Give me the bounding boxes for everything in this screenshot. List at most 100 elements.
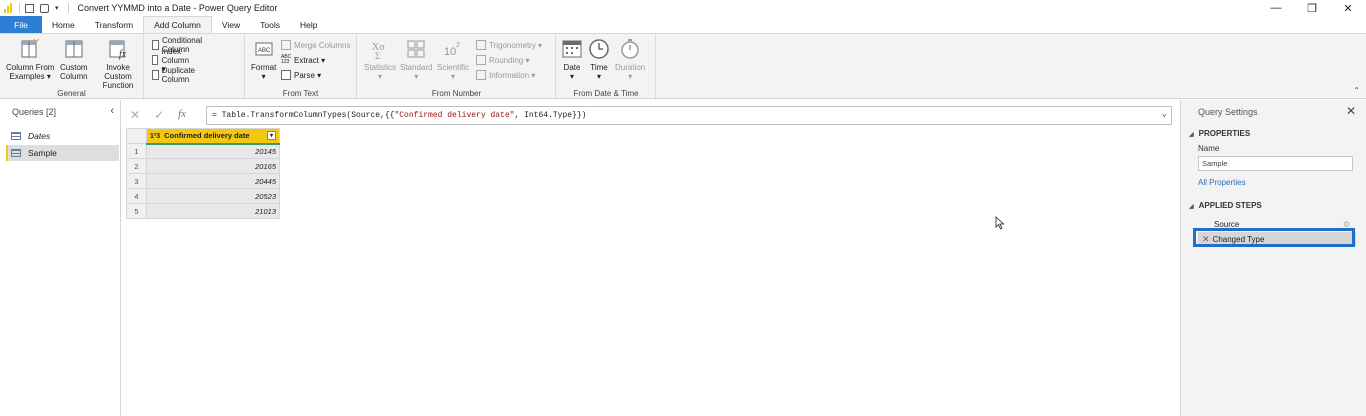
- duration-dropdown-icon: ▾: [628, 72, 633, 81]
- standard-icon: [407, 40, 425, 58]
- fx-icon[interactable]: fx: [178, 108, 186, 122]
- header-row: 1²3 Confirmed delivery date ▾: [126, 128, 280, 145]
- information-icon: [476, 70, 486, 80]
- time-dropdown-icon: ▾: [596, 72, 601, 81]
- column-filter-dropdown-icon[interactable]: ▾: [267, 131, 276, 141]
- statistics-button[interactable]: Xσ Σ Statistics ▾: [364, 38, 396, 81]
- table-icon: [11, 149, 21, 157]
- expand-formula-icon[interactable]: ⌄: [1162, 109, 1167, 119]
- close-settings-button[interactable]: ✕: [1346, 104, 1356, 118]
- ribbon-collapse-icon[interactable]: ⌃: [1353, 86, 1360, 95]
- index-column-button[interactable]: Index Column ▾: [152, 47, 193, 74]
- group-from-number: Xσ Σ Statistics ▾ Standard ▾ 10 2 Scientif…: [358, 34, 556, 100]
- standard-label: Standard: [400, 63, 433, 72]
- trigonometry-label: Trigonometry ▾: [489, 40, 543, 50]
- group-from-text: ABC Format ▾ Merge Columns ABC 123 Extrac…: [245, 34, 357, 100]
- tab-view[interactable]: View: [212, 16, 250, 33]
- merge-columns-button[interactable]: Merge Columns: [281, 38, 350, 52]
- cancel-formula-button[interactable]: ✕: [130, 108, 140, 122]
- invoke-custom-function-button[interactable]: fx Invoke Custom Function: [93, 38, 143, 90]
- parse-label: Parse ▾: [294, 70, 322, 80]
- formula-input[interactable]: = Table.TransformColumnTypes(Source,{{"C…: [206, 106, 1172, 125]
- formula-suffix: , Int64.Type}}): [514, 111, 587, 120]
- quick-access-dropdown-icon[interactable]: ▾: [55, 4, 59, 12]
- time-label: Time: [590, 63, 608, 72]
- standard-button[interactable]: Standard ▾: [400, 38, 432, 81]
- format-icon: ABC: [255, 42, 273, 56]
- tab-file[interactable]: File: [0, 16, 42, 33]
- minimize-button[interactable]: —: [1258, 0, 1294, 16]
- commit-formula-button[interactable]: ✓: [154, 108, 164, 122]
- format-label: Format: [251, 63, 277, 72]
- query-item-sample[interactable]: Sample: [6, 145, 119, 161]
- parse-button[interactable]: Parse ▾: [281, 68, 321, 82]
- applied-steps-section[interactable]: ◢ APPLIED STEPS: [1189, 201, 1262, 210]
- tab-tools[interactable]: Tools: [250, 16, 290, 33]
- column-header-confirmed-delivery-date[interactable]: 1²3 Confirmed delivery date ▾: [146, 128, 280, 145]
- duplicate-column-button[interactable]: Duplicate Column: [152, 66, 198, 84]
- mouse-cursor-icon: [995, 216, 1005, 230]
- svg-text:10: 10: [444, 46, 456, 58]
- undo-icon[interactable]: [40, 3, 49, 13]
- trigonometry-button[interactable]: Trigonometry ▾: [476, 38, 542, 52]
- table-row: 3 20445: [126, 173, 280, 189]
- whole-number-type-icon[interactable]: 1²3: [150, 133, 160, 140]
- query-item-label: Dates: [28, 131, 51, 141]
- column-from-examples-button[interactable]: Column From Examples ▾: [6, 38, 54, 81]
- standard-dropdown-icon: ▾: [414, 72, 419, 81]
- collapse-arrow-icon: ◢: [1189, 132, 1194, 138]
- statistics-dropdown-icon: ▾: [378, 72, 383, 81]
- query-settings-pane: Query Settings ✕ ◢ PROPERTIES Name Sample…: [1180, 100, 1366, 416]
- table-cell[interactable]: 20445: [146, 173, 280, 189]
- tab-add-column[interactable]: Add Column: [143, 16, 212, 33]
- title-separator-2: [67, 3, 69, 13]
- name-label: Name: [1198, 144, 1220, 153]
- table-cell[interactable]: 20165: [146, 158, 280, 174]
- ribbon-tabs: File Home Transform Add Column View Tool…: [0, 16, 1366, 33]
- information-button[interactable]: Information ▾: [476, 68, 535, 82]
- date-button[interactable]: Date ▾: [561, 38, 583, 81]
- data-grid: 1²3 Confirmed delivery date ▾ 1 20145 2 201…: [126, 128, 280, 219]
- custom-column-button[interactable]: Custom Column: [60, 38, 88, 81]
- formula-buttons: ✕ ✓ fx: [130, 108, 186, 122]
- query-name-input[interactable]: Sample: [1198, 156, 1353, 171]
- table-cell[interactable]: 21013: [146, 203, 280, 219]
- invoke-custom-function-label-1: Invoke Custom: [104, 63, 132, 81]
- extract-label: Extract ▾: [294, 55, 326, 65]
- column-header-content: 1²3 Confirmed delivery date: [150, 131, 250, 140]
- table-menu-icon[interactable]: [126, 128, 147, 144]
- time-button[interactable]: Time ▾: [588, 38, 610, 81]
- table-icon: [11, 132, 21, 140]
- collapse-queries-icon[interactable]: ‹: [110, 105, 114, 117]
- table-cell[interactable]: 20145: [146, 143, 280, 159]
- scientific-button[interactable]: 10 2 Scientific ▾: [437, 38, 469, 81]
- rounding-button[interactable]: Rounding ▾: [476, 53, 530, 67]
- column-header-inner: 1²3 Confirmed delivery date ▾: [150, 131, 276, 141]
- applied-steps-label: APPLIED STEPS: [1198, 201, 1262, 210]
- tab-transform[interactable]: Transform: [85, 16, 143, 33]
- maximize-button[interactable]: ❒: [1294, 0, 1330, 16]
- index-column-icon: [152, 55, 159, 65]
- all-properties-link[interactable]: All Properties: [1198, 178, 1246, 187]
- parse-icon: [281, 70, 291, 80]
- svg-text:ABC: ABC: [258, 48, 271, 54]
- table-row: 1 20145: [126, 143, 280, 159]
- group-from-number-label: From Number: [431, 89, 482, 98]
- properties-section[interactable]: ◢ PROPERTIES: [1189, 129, 1250, 138]
- query-item-dates[interactable]: Dates: [6, 128, 119, 144]
- column-from-examples-icon: [21, 38, 40, 58]
- close-window-button[interactable]: ✕: [1330, 0, 1366, 16]
- table-row: 2 20165: [126, 158, 280, 174]
- tab-help[interactable]: Help: [290, 16, 327, 33]
- row-number: 3: [126, 173, 147, 189]
- format-button[interactable]: ABC Format ▾: [251, 38, 276, 81]
- duration-button[interactable]: Duration ▾: [615, 38, 645, 81]
- formula-string: "Confirmed delivery date": [394, 111, 515, 120]
- table-cell[interactable]: 20523: [146, 188, 280, 204]
- extract-button[interactable]: ABC 123 Extract ▾: [281, 53, 325, 67]
- formula-prefix: = Table.TransformColumnTypes(Source,{{: [212, 111, 395, 120]
- tab-home[interactable]: Home: [42, 16, 85, 33]
- row-number: 4: [126, 188, 147, 204]
- save-icon[interactable]: [25, 3, 34, 13]
- column-header-label: Confirmed delivery date: [164, 131, 250, 141]
